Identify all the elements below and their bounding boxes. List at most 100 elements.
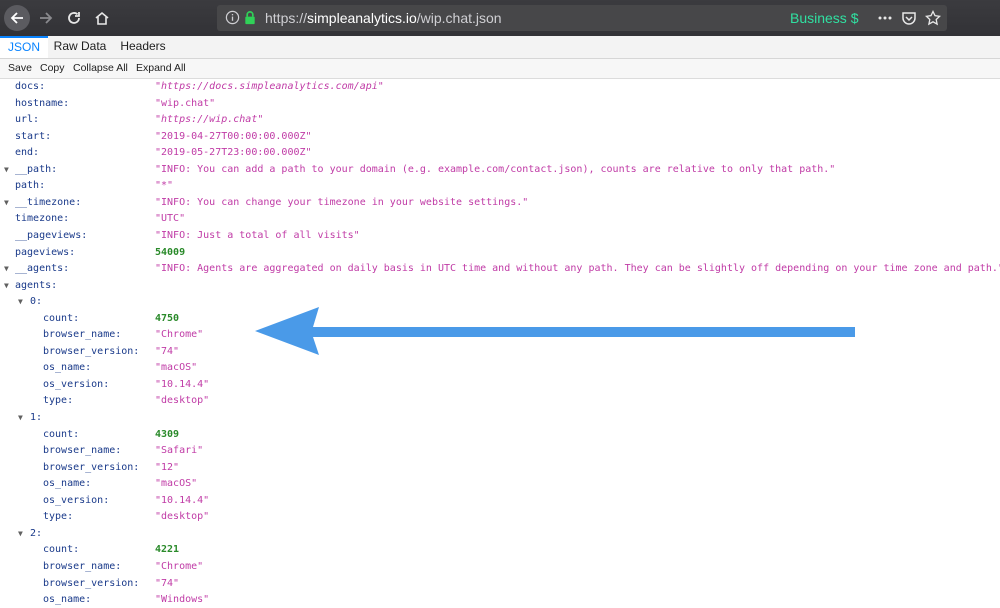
json-key: browser_version:: [43, 461, 140, 473]
json-row: os_version: "10.14.4": [0, 493, 1000, 509]
json-key: os_version:: [43, 494, 110, 506]
json-key: os_version:: [43, 378, 110, 390]
url-text[interactable]: https://simpleanalytics.io/wip.chat.json: [265, 10, 502, 26]
json-key: __path:: [15, 163, 58, 175]
copy-button[interactable]: Copy: [36, 59, 69, 78]
json-row: count: 4309: [0, 427, 1000, 443]
bookmark-star-icon[interactable]: [925, 10, 941, 26]
json-key: start:: [15, 130, 52, 142]
json-row: end: "2019-05-27T23:00:00.000Z": [0, 145, 1000, 161]
json-key: count:: [43, 428, 80, 440]
json-value: "https://wip.chat": [155, 114, 264, 126]
url-bar[interactable]: https://simpleanalytics.io/wip.chat.json…: [217, 5, 947, 31]
json-value: "macOS": [155, 362, 198, 374]
json-value: "*": [155, 180, 174, 192]
json-key: 1:: [30, 412, 43, 423]
expand-toggle-icon[interactable]: ▼: [4, 195, 9, 211]
json-row: count: 4221: [0, 542, 1000, 558]
json-key: __pageviews:: [15, 229, 88, 241]
viewer-tabs: JSON Raw Data Headers: [0, 36, 1000, 59]
json-key: __agents:: [15, 263, 70, 275]
json-key: browser_version:: [43, 345, 140, 357]
back-button[interactable]: [4, 5, 30, 31]
json-row: __pageviews: "INFO: Just a total of all v…: [0, 228, 1000, 244]
pocket-icon[interactable]: [901, 10, 917, 26]
json-value: 4221: [155, 544, 180, 556]
home-button[interactable]: [89, 5, 115, 31]
forward-button[interactable]: [33, 5, 59, 31]
json-row: docs: "https://docs.simpleanalytics.com/a…: [0, 79, 1000, 95]
json-row[interactable]: ▼ __timezone: "INFO: You can change your t…: [0, 195, 1000, 211]
json-key: count:: [43, 544, 80, 556]
json-row: path: "*": [0, 178, 1000, 194]
json-key: path:: [15, 180, 46, 192]
json-row: os_version: "10.14.4": [0, 377, 1000, 393]
business-badge[interactable]: Business $: [790, 10, 859, 26]
back-arrow-icon: [10, 12, 23, 24]
json-value: "INFO: You can add a path to your domain…: [155, 163, 836, 175]
json-key: agents:: [15, 279, 58, 291]
forward-arrow-icon: [40, 12, 53, 24]
json-row[interactable]: ▼ 2:: [0, 526, 1000, 542]
json-row: type: "desktop": [0, 393, 1000, 409]
json-key: url:: [15, 114, 40, 126]
json-value: "INFO: Agents are aggregated on daily ba…: [155, 263, 1000, 275]
json-row[interactable]: ▼ __path: "INFO: You can add a path to you…: [0, 162, 1000, 178]
home-icon: [95, 11, 109, 25]
more-actions-icon[interactable]: [877, 11, 893, 25]
json-row: browser_version: "12": [0, 460, 1000, 476]
json-value: "10.14.4": [155, 378, 210, 390]
json-key: os_name:: [43, 594, 92, 606]
json-key: count:: [43, 312, 80, 324]
expand-toggle-icon[interactable]: ▼: [18, 410, 23, 426]
expand-toggle-icon[interactable]: ▼: [18, 294, 23, 310]
arrow-shape: [255, 307, 855, 355]
json-key: docs:: [15, 81, 46, 92]
annotation-arrow-icon: [255, 307, 855, 355]
expand-toggle-icon[interactable]: ▼: [4, 278, 9, 294]
json-value: "10.14.4": [155, 494, 210, 506]
json-value: "https://docs.simpleanalytics.com/api": [155, 81, 384, 92]
tab-raw-data[interactable]: Raw Data: [51, 36, 109, 58]
json-key: browser_name:: [43, 329, 122, 341]
expand-toggle-icon[interactable]: ▼: [4, 261, 9, 277]
json-value: "2019-05-27T23:00:00.000Z": [155, 147, 312, 159]
json-row: url: "https://wip.chat": [0, 112, 1000, 128]
json-value: "Chrome": [155, 560, 204, 572]
json-toolbar: Save Copy Collapse All Expand All: [0, 59, 1000, 79]
save-button[interactable]: Save: [4, 59, 36, 78]
json-key: type:: [43, 511, 74, 523]
expand-toggle-icon[interactable]: ▼: [18, 526, 23, 542]
expand-all-button[interactable]: Expand All: [132, 59, 190, 78]
json-value: 4750: [155, 312, 180, 324]
json-value: "UTC": [155, 213, 186, 225]
json-row: hostname: "wip.chat": [0, 96, 1000, 112]
json-row[interactable]: ▼ 1:: [0, 410, 1000, 426]
json-value: "wip.chat": [155, 97, 216, 109]
expand-toggle-icon[interactable]: ▼: [4, 162, 9, 178]
json-row: pageviews: 54009: [0, 245, 1000, 261]
json-key: hostname:: [15, 97, 70, 109]
url-prefix: https://: [265, 10, 308, 26]
json-value: "macOS": [155, 478, 198, 490]
business-label: Business: [790, 10, 847, 26]
tab-headers[interactable]: Headers: [117, 36, 169, 58]
json-key: os_name:: [43, 362, 92, 374]
json-key: os_name:: [43, 478, 92, 490]
dollar-icon: $: [850, 10, 859, 26]
collapse-all-button[interactable]: Collapse All: [69, 59, 132, 78]
json-key: __timezone:: [15, 196, 82, 208]
json-row[interactable]: ▼ __agents: "INFO: Agents are aggregated o…: [0, 261, 1000, 277]
json-key: timezone:: [15, 213, 70, 225]
json-value: "74": [155, 345, 180, 357]
json-row[interactable]: ▼ agents:: [0, 278, 1000, 294]
json-row: os_name: "macOS": [0, 476, 1000, 492]
info-icon[interactable]: [225, 10, 240, 25]
json-row: browser_name: "Chrome": [0, 559, 1000, 575]
tab-json[interactable]: JSON: [0, 36, 48, 58]
json-value: "Windows": [155, 594, 210, 606]
reload-button[interactable]: [61, 5, 87, 31]
lock-icon[interactable]: [243, 10, 257, 25]
json-value: "desktop": [155, 395, 210, 407]
json-row: timezone: "UTC": [0, 211, 1000, 227]
